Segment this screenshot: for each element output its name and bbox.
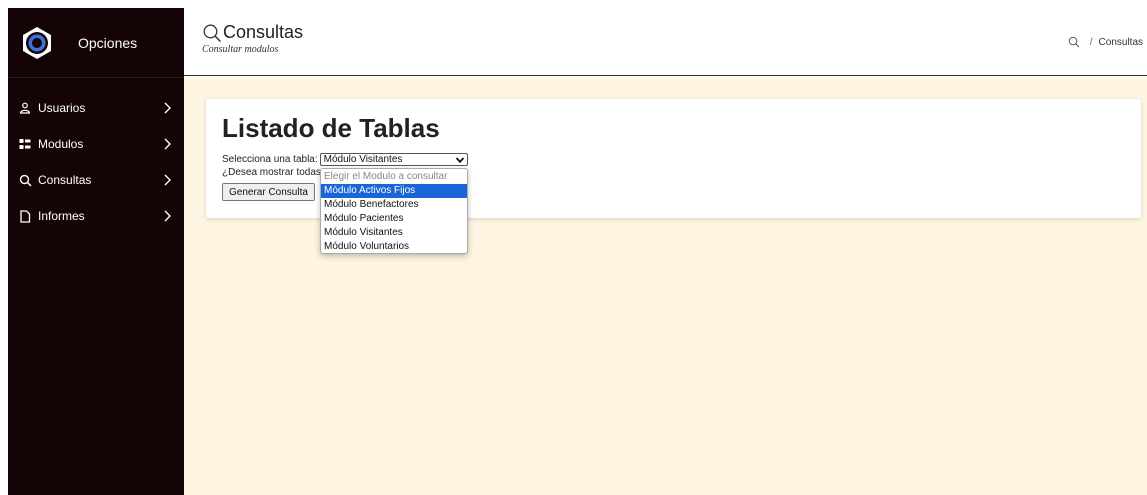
generate-query-button[interactable]: Generar Consulta (222, 183, 315, 201)
document-icon (18, 209, 32, 223)
chevron-right-icon (162, 210, 172, 222)
page-title: Consultas (202, 22, 303, 43)
page-title-text: Consultas (223, 22, 304, 42)
logo-icon (20, 26, 54, 60)
user-icon (18, 101, 32, 115)
select-value: Módulo Visitantes (323, 154, 403, 165)
sidebar-item-label: Consultas (38, 173, 92, 187)
select-option[interactable]: Elegir el Modulo a consultar (321, 170, 467, 184)
sidebar-menu: Usuarios Modulos Consultas Informes (8, 90, 184, 234)
sidebar-item-usuarios[interactable]: Usuarios (8, 90, 184, 126)
select-option[interactable]: Módulo Benefactores (321, 198, 467, 212)
select-option[interactable]: Módulo Visitantes (321, 226, 467, 240)
chevron-right-icon (162, 102, 172, 114)
select-option[interactable]: Módulo Voluntarios (321, 240, 467, 254)
sidebar-item-consultas[interactable]: Consultas (8, 162, 184, 198)
modules-icon (18, 137, 32, 151)
header-title-block: Consultas Consultar modulos (202, 22, 303, 55)
chevron-right-icon (162, 138, 172, 150)
chevron-down-icon (455, 155, 465, 165)
sidebar-item-modulos[interactable]: Modulos (8, 126, 184, 162)
table-select[interactable]: Módulo Visitantes (319, 153, 468, 166)
search-icon (202, 23, 222, 43)
page-header: Consultas Consultar modulos / Consultas (184, 8, 1147, 76)
breadcrumb: / Consultas (1068, 36, 1143, 48)
brand[interactable]: Opciones (8, 8, 184, 78)
sidebar-item-label: Modulos (38, 137, 84, 151)
select-label: Selecciona una tabla: (222, 154, 318, 165)
select-option[interactable]: Módulo Pacientes (321, 212, 467, 226)
page-subtitle: Consultar modulos (202, 44, 279, 55)
breadcrumb-current[interactable]: Consultas (1099, 37, 1143, 48)
select-row: Selecciona una tabla: Módulo Visitantes (222, 153, 468, 166)
search-icon (18, 173, 32, 187)
sidebar: Opciones Usuarios Modulos Consultas Info… (8, 8, 184, 495)
search-icon[interactable] (1068, 36, 1080, 48)
card-title: Listado de Tablas (222, 113, 440, 143)
sidebar-item-informes[interactable]: Informes (8, 198, 184, 234)
select-option[interactable]: Módulo Activos Fijos (321, 184, 467, 198)
show-all-label: ¿Desea mostrar todas (222, 167, 321, 178)
main-content: Listado de Tablas Selecciona una tabla: … (184, 77, 1147, 495)
table-select-listbox[interactable]: Elegir el Modulo a consultar Módulo Acti… (320, 168, 468, 254)
sidebar-item-label: Informes (38, 209, 85, 223)
breadcrumb-separator: / (1089, 36, 1093, 48)
chevron-right-icon (162, 174, 172, 186)
brand-label: Opciones (78, 34, 138, 51)
sidebar-item-label: Usuarios (38, 101, 86, 115)
